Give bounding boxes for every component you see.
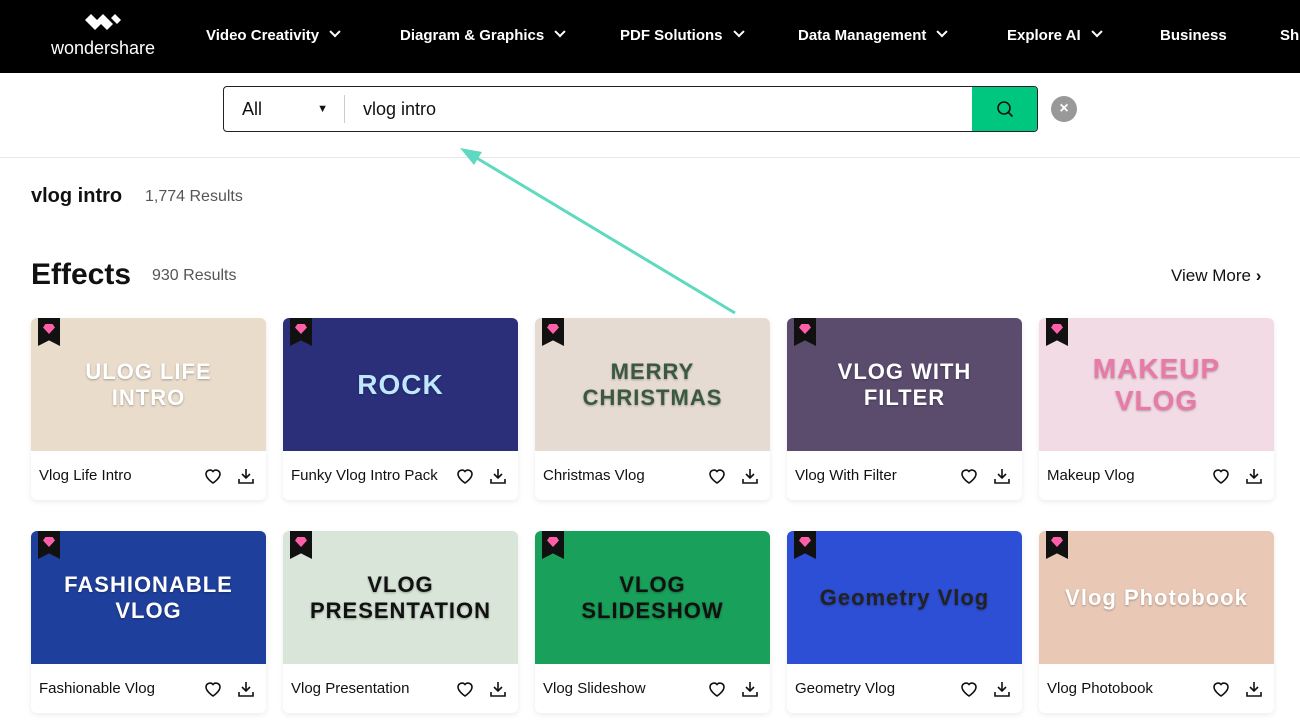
effect-thumbnail[interactable]: VLOG WITH FILTER bbox=[787, 318, 1022, 451]
effect-card[interactable]: VLOG WITH FILTER Vlog With Filter bbox=[787, 318, 1022, 500]
effect-thumbnail[interactable]: VLOG SLIDESHOW bbox=[535, 531, 770, 664]
chevron-right-icon: › bbox=[1255, 266, 1262, 285]
effect-card[interactable]: MERRY CHRISTMAS Christmas Vlog bbox=[535, 318, 770, 500]
download-icon[interactable] bbox=[1244, 679, 1264, 699]
favorite-heart-icon[interactable] bbox=[707, 466, 727, 486]
effect-title: Vlog Photobook bbox=[1047, 680, 1153, 697]
download-icon[interactable] bbox=[236, 679, 256, 699]
search-button[interactable] bbox=[972, 87, 1037, 131]
effect-card[interactable]: FASHIONABLE VLOG Fashionable Vlog bbox=[31, 531, 266, 713]
favorite-heart-icon[interactable] bbox=[1211, 466, 1231, 486]
favorite-heart-icon[interactable] bbox=[707, 679, 727, 699]
effect-thumbnail[interactable]: VLOG PRESENTATION bbox=[283, 531, 518, 664]
effect-title: Christmas Vlog bbox=[543, 467, 645, 484]
search-icon bbox=[996, 101, 1013, 118]
results-count: 1,774 Results bbox=[145, 188, 243, 205]
download-icon[interactable] bbox=[992, 679, 1012, 699]
effect-thumbnail[interactable]: FASHIONABLE VLOG bbox=[31, 531, 266, 664]
effect-card[interactable]: MAKEUP VLOG Makeup Vlog bbox=[1039, 318, 1274, 500]
favorite-heart-icon[interactable] bbox=[455, 679, 475, 699]
clear-search-button[interactable]: × bbox=[1051, 96, 1077, 122]
effect-title: Vlog Life Intro bbox=[39, 467, 132, 484]
effect-thumbnail[interactable]: MERRY CHRISTMAS bbox=[535, 318, 770, 451]
download-icon[interactable] bbox=[488, 679, 508, 699]
nav-item[interactable]: Sh bbox=[1280, 27, 1299, 44]
nav-item[interactable]: Business bbox=[1160, 27, 1227, 44]
close-icon: × bbox=[1059, 100, 1069, 117]
effect-title: Vlog With Filter bbox=[795, 467, 897, 484]
favorite-heart-icon[interactable] bbox=[959, 466, 979, 486]
effect-title: Funky Vlog Intro Pack bbox=[291, 467, 438, 484]
effect-title: Vlog Presentation bbox=[291, 680, 410, 697]
favorite-heart-icon[interactable] bbox=[455, 466, 475, 486]
search-bar: All ▼ bbox=[223, 86, 1038, 132]
premium-gem-icon bbox=[794, 531, 816, 559]
effect-thumbnail[interactable]: MAKEUP VLOG bbox=[1039, 318, 1274, 451]
nav-item[interactable]: PDF Solutions bbox=[620, 26, 745, 44]
chevron-down-icon bbox=[554, 26, 566, 38]
results-query: vlog intro bbox=[31, 185, 123, 207]
download-icon[interactable] bbox=[992, 466, 1012, 486]
chevron-down-icon bbox=[936, 26, 949, 38]
download-icon[interactable] bbox=[740, 466, 760, 486]
effect-thumbnail[interactable]: ROCK bbox=[283, 318, 518, 451]
effect-card[interactable]: Vlog Photobook Vlog Photobook bbox=[1039, 531, 1274, 713]
nav-item[interactable]: Explore AI bbox=[1007, 26, 1103, 44]
effect-thumbnail[interactable]: Vlog Photobook bbox=[1039, 531, 1274, 664]
effect-thumbnail[interactable]: ULOG LIFE INTRO bbox=[31, 318, 266, 451]
nav-item[interactable]: Video Creativity bbox=[206, 26, 341, 44]
premium-gem-icon bbox=[38, 318, 60, 346]
nav-item[interactable]: Diagram & Graphics bbox=[400, 26, 566, 44]
caret-down-icon: ▼ bbox=[317, 103, 328, 115]
premium-gem-icon bbox=[542, 531, 564, 559]
premium-gem-icon bbox=[290, 531, 312, 559]
effect-card[interactable]: Geometry Vlog Geometry Vlog bbox=[787, 531, 1022, 713]
effect-title: Makeup Vlog bbox=[1047, 467, 1135, 484]
category-select[interactable]: All ▼ bbox=[224, 95, 345, 123]
section-count: 930 Results bbox=[152, 267, 237, 284]
favorite-heart-icon[interactable] bbox=[959, 679, 979, 699]
wondershare-logo[interactable]: wondershare bbox=[48, 14, 158, 59]
effect-title: Geometry Vlog bbox=[795, 680, 896, 697]
effect-thumbnail[interactable]: Geometry Vlog bbox=[787, 531, 1022, 664]
effect-card[interactable]: ULOG LIFE INTRO Vlog Life Intro bbox=[31, 318, 266, 500]
favorite-heart-icon[interactable] bbox=[203, 466, 223, 486]
chevron-down-icon bbox=[1090, 26, 1103, 38]
divider bbox=[0, 157, 1300, 158]
effect-title: Fashionable Vlog bbox=[39, 680, 155, 697]
chevron-down-icon bbox=[329, 26, 341, 38]
effect-card[interactable]: VLOG PRESENTATION Vlog Presentation bbox=[283, 531, 518, 713]
effect-card[interactable]: ROCK Funky Vlog Intro Pack bbox=[283, 318, 518, 500]
section-title: Effects bbox=[31, 258, 132, 291]
favorite-heart-icon[interactable] bbox=[203, 679, 223, 699]
premium-gem-icon bbox=[542, 318, 564, 346]
effect-card[interactable]: VLOG SLIDESHOW Vlog Slideshow bbox=[535, 531, 770, 713]
premium-gem-icon bbox=[38, 531, 60, 559]
logo-icon bbox=[85, 14, 121, 30]
premium-gem-icon bbox=[1046, 531, 1068, 559]
download-icon[interactable] bbox=[1244, 466, 1264, 486]
nav-item[interactable]: Data Management bbox=[798, 26, 949, 44]
chevron-down-icon bbox=[732, 26, 745, 38]
download-icon[interactable] bbox=[488, 466, 508, 486]
download-icon[interactable] bbox=[740, 679, 760, 699]
effect-title: Vlog Slideshow bbox=[543, 680, 646, 697]
favorite-heart-icon[interactable] bbox=[1211, 679, 1231, 699]
view-more-link[interactable]: View More › bbox=[1171, 266, 1261, 286]
premium-gem-icon bbox=[1046, 318, 1068, 346]
search-input[interactable] bbox=[345, 87, 972, 131]
download-icon[interactable] bbox=[236, 466, 256, 486]
premium-gem-icon bbox=[794, 318, 816, 346]
premium-gem-icon bbox=[290, 318, 312, 346]
top-nav: wondershare Video Creativity Diagram & Gr… bbox=[0, 0, 1300, 73]
